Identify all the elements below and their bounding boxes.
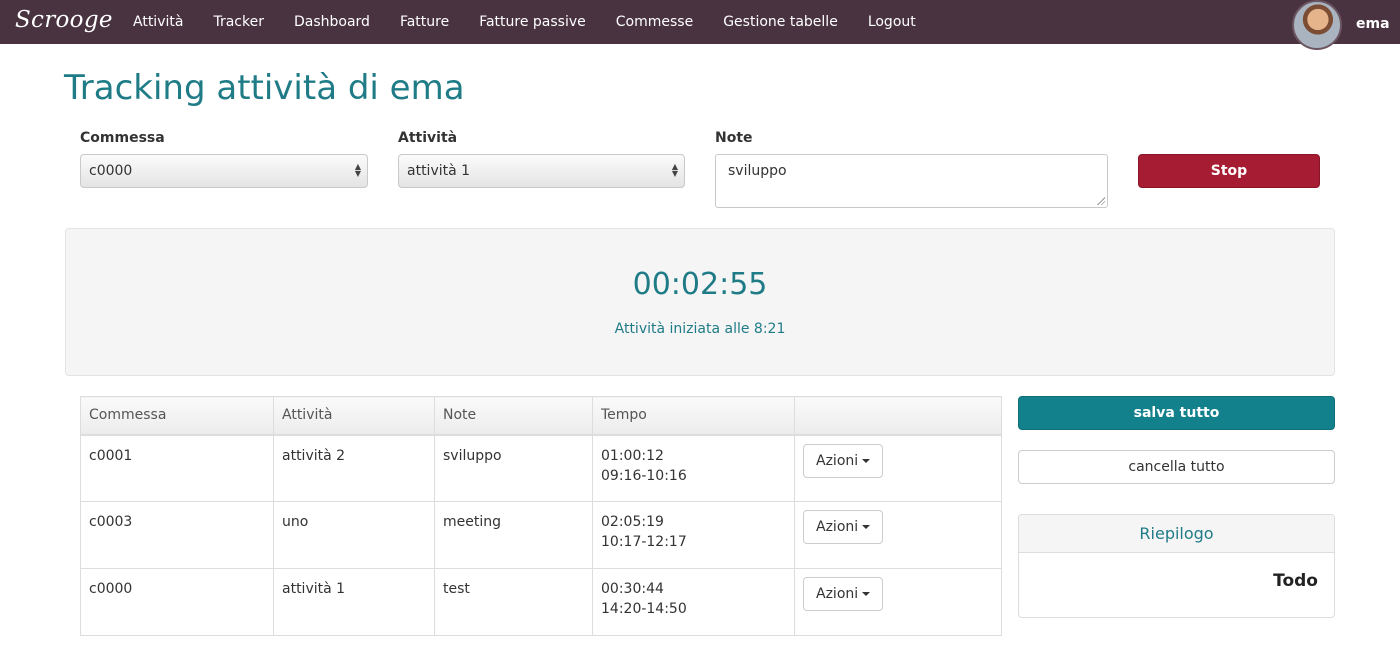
tracking-table: Commessa Attività Note Tempo c0001 attiv… [80,396,1002,636]
azioni-dropdown-button[interactable]: Azioni [803,577,884,611]
caret-down-icon [862,458,871,463]
azioni-dropdown-button[interactable]: Azioni [803,510,884,544]
commessa-label: Commessa [80,130,165,146]
activity-start-text: Attività iniziata alle 8:21 [614,321,786,337]
azioni-label: Azioni [816,519,859,535]
updown-arrows-icon: ▲ ▼ [354,162,361,178]
note-textarea[interactable]: sviluppo [715,154,1108,208]
cell-commessa: c0003 [80,501,274,569]
cell-commessa: c0001 [80,434,274,502]
commessa-select[interactable]: c0000 ▲ ▼ [80,154,368,188]
table-row: c0000 attività 1 test 00:30:44 14:20-14:… [80,568,1002,636]
attivita-select[interactable]: attività 1 ▲ ▼ [398,154,685,188]
attivita-select-value: attività 1 [407,163,471,179]
tempo-duration: 02:05:19 [601,514,664,530]
cell-note: sviluppo [434,434,593,502]
summary-panel-title: Riepilogo [1019,515,1334,553]
tempo-interval: 14:20-14:50 [601,601,687,617]
stop-button[interactable]: Stop [1138,154,1320,188]
column-header-attivita: Attività [273,396,435,436]
column-header-note: Note [434,396,593,436]
brand-logo[interactable]: Scrooge [15,7,113,33]
caret-down-icon [862,525,871,529]
cell-note: test [434,568,593,636]
user-avatar[interactable] [1292,0,1342,50]
cell-actions: Azioni [794,568,1002,636]
azioni-dropdown-button[interactable]: Azioni [803,443,884,478]
cell-tempo: 02:05:19 10:17-12:17 [592,501,795,569]
table-header-row: Commessa Attività Note Tempo [80,396,1002,436]
clear-all-button[interactable]: cancella tutto [1018,450,1335,484]
nav-link-fatture[interactable]: Fatture [385,0,464,44]
top-navbar: Scrooge Attività Tracker Dashboard Fattu… [0,0,1400,50]
note-label: Note [715,130,753,146]
azioni-label: Azioni [816,452,859,469]
nav-link-attivita[interactable]: Attività [118,0,198,44]
nav-link-dashboard[interactable]: Dashboard [279,0,385,44]
column-header-tempo: Tempo [592,396,795,436]
table-row: c0003 uno meeting 02:05:19 10:17-12:17 A… [80,501,1002,569]
caret-down-icon [862,592,871,596]
nav-link-gestione-tabelle[interactable]: Gestione tabelle [708,0,853,44]
column-header-commessa: Commessa [80,396,274,436]
page-title: Tracking attività di ema [64,68,465,108]
column-header-actions [794,396,1002,436]
cell-actions: Azioni [794,501,1002,569]
summary-panel-body: Todo [1019,553,1334,617]
cell-attivita: attività 2 [273,434,435,502]
cell-tempo: 00:30:44 14:20-14:50 [592,568,795,636]
cell-attivita: uno [273,501,435,569]
cell-attivita: attività 1 [273,568,435,636]
updown-arrows-icon: ▲ ▼ [671,162,678,178]
commessa-select-value: c0000 [89,163,133,179]
note-textarea-value: sviluppo [728,163,787,179]
attivita-label: Attività [398,130,458,146]
timer-panel: 00:02:55 Attività iniziata alle 8:21 [65,228,1335,376]
table-row: c0001 attività 2 sviluppo 01:00:12 09:16… [80,434,1002,502]
elapsed-timer: 00:02:55 [632,267,768,302]
nav-links: Attività Tracker Dashboard Fatture Fattu… [118,0,931,44]
resize-handle-icon[interactable] [1097,197,1105,205]
nav-link-tracker[interactable]: Tracker [198,0,279,44]
summary-todo-text: Todo [1273,571,1318,591]
azioni-label: Azioni [816,586,859,602]
tempo-duration: 00:30:44 [601,581,664,597]
cell-actions: Azioni [794,434,1002,502]
summary-panel: Riepilogo Todo [1018,514,1335,618]
cell-tempo: 01:00:12 09:16-10:16 [592,434,795,502]
tempo-interval: 10:17-12:17 [601,534,687,550]
save-all-button[interactable]: salva tutto [1018,396,1335,430]
user-name[interactable]: ema [1356,0,1390,48]
tempo-interval: 09:16-10:16 [601,467,687,484]
tempo-duration: 01:00:12 [601,447,664,464]
nav-link-fatture-passive[interactable]: Fatture passive [464,0,601,44]
nav-link-commesse[interactable]: Commesse [601,0,708,44]
cell-commessa: c0000 [80,568,274,636]
nav-link-logout[interactable]: Logout [853,0,931,44]
cell-note: meeting [434,501,593,569]
